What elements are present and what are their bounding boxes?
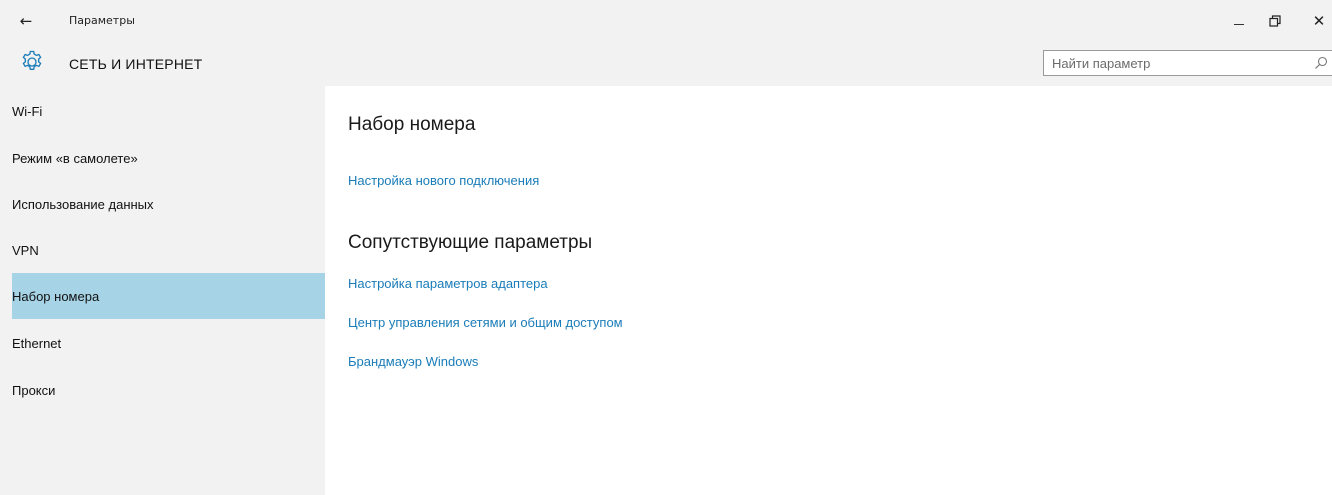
sidebar-item-data-usage[interactable]: Использование данных: [12, 181, 325, 227]
sidebar-item-label: Прокси: [12, 382, 56, 398]
sidebar-item-airplane-mode[interactable]: Режим «в самолете»: [12, 135, 325, 181]
restore-icon: [1269, 15, 1281, 27]
search-icon[interactable]: [1314, 56, 1328, 70]
minimize-icon: [1234, 23, 1244, 25]
link-adapter-settings[interactable]: Настройка параметров адаптера: [348, 276, 548, 291]
back-button[interactable]: ←: [12, 8, 40, 34]
close-button[interactable]: ✕: [1306, 10, 1332, 32]
title-bar: ← Параметры ✕: [0, 0, 1332, 42]
section-title-dial-up: Набор номера: [348, 114, 476, 135]
sidebar-item-proxy[interactable]: Прокси: [12, 367, 325, 413]
window-title: Параметры: [69, 14, 135, 27]
link-new-connection[interactable]: Настройка нового подключения: [348, 173, 539, 188]
page-title: СЕТЬ И ИНТЕРНЕТ: [69, 56, 203, 72]
minimize-button[interactable]: [1226, 10, 1252, 32]
sidebar-item-label: VPN: [12, 242, 39, 258]
search-input[interactable]: [1044, 51, 1304, 75]
sidebar-item-vpn[interactable]: VPN: [12, 227, 325, 273]
sidebar-item-label: Набор номера: [12, 288, 100, 304]
page-header: СЕТЬ И ИНТЕРНЕТ: [0, 42, 1332, 86]
sidebar-nav: Wi-Fi Режим «в самолете» Использование д…: [0, 86, 325, 495]
section-title-related-settings: Сопутствующие параметры: [348, 232, 593, 253]
sidebar-item-dial-up[interactable]: Набор номера: [12, 273, 325, 319]
back-arrow-icon: ←: [19, 12, 33, 30]
search-box[interactable]: [1043, 50, 1332, 76]
settings-window: ← Параметры ✕ СЕТЬ И ИНТЕРНЕТ Найти пара…: [0, 0, 1332, 495]
sidebar-item-ethernet[interactable]: Ethernet: [12, 320, 325, 366]
link-network-sharing-center[interactable]: Центр управления сетями и общим доступом: [348, 315, 623, 330]
close-icon: ✕: [1312, 12, 1326, 30]
sidebar-item-label: Ethernet: [12, 335, 62, 351]
gear-icon: [22, 50, 42, 70]
sidebar-item-label: Использование данных: [12, 196, 154, 212]
sidebar-item-wifi[interactable]: Wi-Fi: [12, 88, 325, 134]
sidebar-item-label: Режим «в самолете»: [12, 150, 138, 166]
top-band: ← Параметры ✕ СЕТЬ И ИНТЕРНЕТ Найти пара…: [0, 0, 1332, 86]
sidebar-item-label: Wi-Fi: [12, 103, 43, 119]
main-content: Набор номера Настройка нового подключени…: [325, 86, 1332, 495]
link-windows-firewall[interactable]: Брандмауэр Windows: [348, 354, 478, 369]
restore-button[interactable]: [1262, 10, 1288, 32]
